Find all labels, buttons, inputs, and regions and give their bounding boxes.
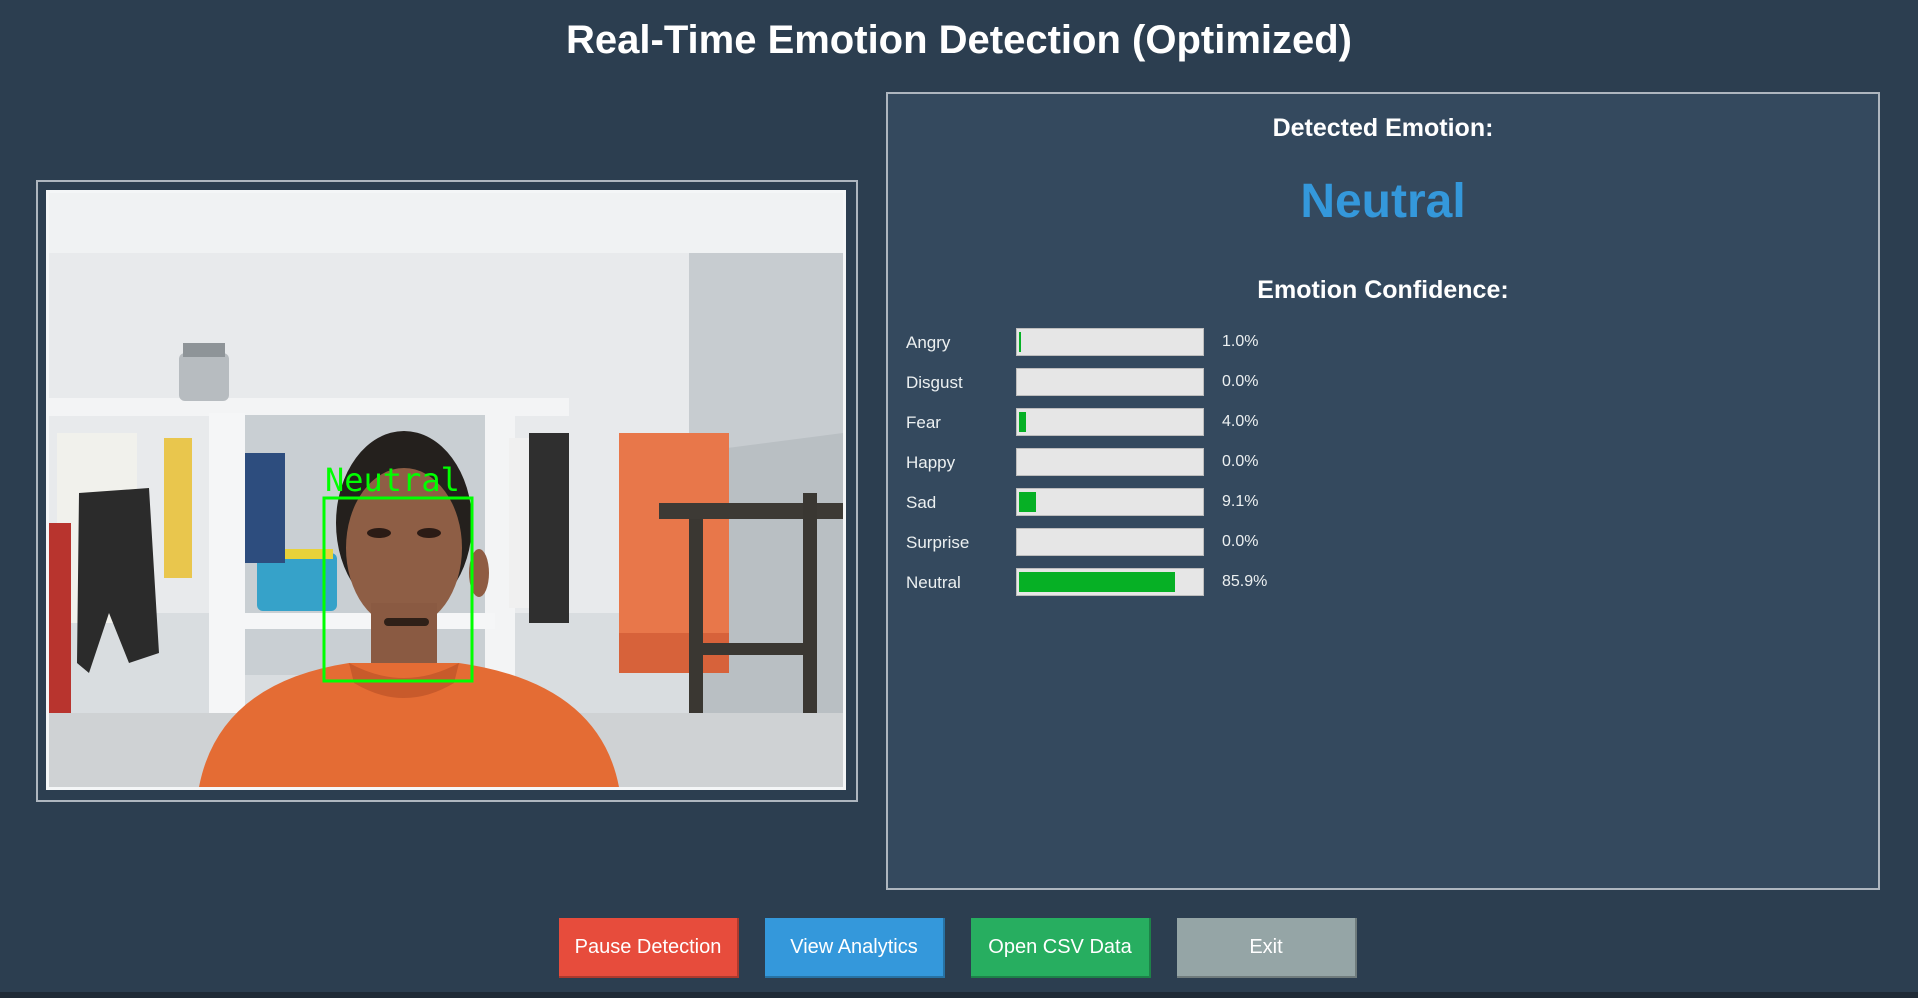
emotion-label: Neutral: [906, 573, 961, 592]
pause-detection-button[interactable]: Pause Detection: [559, 918, 739, 978]
emotion-label: Fear: [906, 413, 941, 432]
emotion-percent: 0.0%: [1222, 453, 1259, 470]
emotion-label: Angry: [906, 333, 951, 352]
view-analytics-button[interactable]: View Analytics: [765, 918, 945, 978]
progress-fill: [1019, 412, 1026, 432]
open-csv-button[interactable]: Open CSV Data: [971, 918, 1151, 978]
confidence-row-neutral: Neutral 85.9%: [906, 564, 1306, 604]
emotion-panel: Detected Emotion: Neutral Emotion Confid…: [886, 92, 1880, 890]
confidence-row-sad: Sad 9.1%: [906, 484, 1306, 524]
emotion-percent: 4.0%: [1222, 413, 1259, 430]
app-title: Real-Time Emotion Detection (Optimized): [566, 18, 1352, 62]
emotion-percent: 9.1%: [1222, 493, 1259, 510]
confidence-row-angry: Angry 1.0%: [906, 324, 1306, 364]
progress-fill: [1019, 332, 1021, 352]
emotion-confidence-heading: Emotion Confidence:: [1257, 276, 1509, 304]
confidence-row-fear: Fear 4.0%: [906, 404, 1306, 444]
emotion-percent: 1.0%: [1222, 333, 1259, 350]
webcam-image: Neutral: [49, 193, 843, 787]
progress-fill: [1019, 572, 1175, 592]
progress-track: [1016, 568, 1204, 596]
webcam-feed: Neutral: [46, 190, 846, 790]
exit-button[interactable]: Exit: [1177, 918, 1357, 978]
emotion-label: Surprise: [906, 533, 970, 552]
confidence-row-happy: Happy 0.0%: [906, 444, 1306, 484]
progress-track: [1016, 408, 1204, 436]
emotion-percent: 0.0%: [1222, 533, 1259, 550]
face-emotion-label: Neutral: [325, 461, 460, 499]
progress-track: [1016, 368, 1204, 396]
emotion-label: Disgust: [906, 373, 963, 392]
video-panel: Neutral: [36, 180, 858, 802]
confidence-row-disgust: Disgust 0.0%: [906, 364, 1306, 404]
progress-track: [1016, 488, 1204, 516]
emotion-label: Sad: [906, 493, 937, 512]
emotion-label: Happy: [906, 453, 956, 472]
window-bottom-edge: [0, 992, 1918, 998]
progress-fill: [1019, 492, 1036, 512]
progress-track: [1016, 528, 1204, 556]
emotion-percent: 85.9%: [1222, 573, 1268, 590]
emotion-percent: 0.0%: [1222, 373, 1259, 390]
confidence-row-surprise: Surprise 0.0%: [906, 524, 1306, 564]
progress-track: [1016, 448, 1204, 476]
progress-track: [1016, 328, 1204, 356]
detected-emotion-heading: Detected Emotion:: [1272, 114, 1494, 142]
detected-emotion-value: Neutral: [1300, 175, 1466, 228]
confidence-bars: Angry 1.0% Disgust 0.0% Fear 4.0% Happy …: [906, 324, 1306, 604]
